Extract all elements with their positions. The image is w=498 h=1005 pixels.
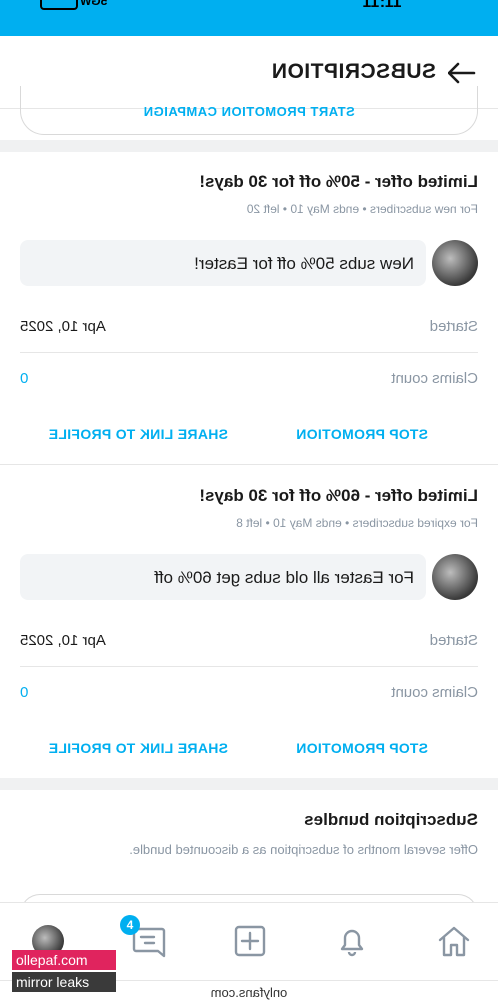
card-separator: [0, 464, 498, 465]
promotion-actions: STOP PROMOTION SHARE LINK TO PROFILE: [20, 728, 478, 768]
promotion-card: Limited offer - 50% off for 30 days! For…: [0, 152, 498, 464]
start-promotion-campaign-button[interactable]: START PROMOTION CAMPAIGN: [20, 86, 478, 135]
bundles-title: Subscription bundles: [304, 810, 478, 829]
claims-row: Claims count 0: [20, 352, 478, 404]
share-link-button[interactable]: SHARE LINK TO PROFILE: [49, 740, 229, 756]
avatar: [432, 554, 478, 600]
offer-title: Limited offer - 60% off for 30 days!: [199, 486, 478, 505]
status-bar: 11:11 5GW: [0, 0, 498, 36]
bundles-subtitle: Offer several months of subscription as …: [129, 842, 478, 857]
claims-label: Claims count: [391, 684, 478, 701]
promotion-message-text: New subs 50% off for Easter!: [194, 254, 414, 273]
bundles-section: Subscription bundles Offer several month…: [0, 790, 498, 915]
promotion-message: New subs 50% off for Easter!: [20, 240, 426, 286]
home-icon[interactable]: [434, 921, 474, 961]
status-time: 11:11: [362, 0, 402, 11]
stop-promotion-button[interactable]: STOP PROMOTION: [296, 740, 428, 756]
avatar: [432, 240, 478, 286]
claims-label: Claims count: [391, 370, 478, 387]
offer-meta: For expired subscribers • ends May 10 • …: [236, 516, 478, 530]
started-value: Apr 10, 2025: [20, 632, 106, 649]
claims-value: 0: [20, 684, 29, 701]
promotion-message: For Easter all old subs get 60% off: [20, 554, 426, 600]
bell-icon[interactable]: [332, 921, 372, 961]
promotion-actions: STOP PROMOTION SHARE LINK TO PROFILE: [20, 414, 478, 454]
messages-icon[interactable]: 4: [120, 915, 168, 961]
started-label: Started: [429, 632, 478, 649]
page-title: SUBSCRIPTION: [271, 60, 436, 83]
watermark-line-1: ollepaf.com: [12, 950, 116, 970]
started-row: Started Apr 10, 2025: [20, 614, 478, 667]
claims-row: Claims count 0: [20, 666, 478, 718]
share-link-button[interactable]: SHARE LINK TO PROFILE: [49, 426, 229, 442]
plus-square-icon[interactable]: [230, 921, 270, 961]
watermark-line-2: mirror leaks: [12, 972, 116, 992]
started-value: Apr 10, 2025: [20, 318, 106, 335]
battery-icon: [40, 0, 78, 10]
stop-promotion-button[interactable]: STOP PROMOTION: [296, 426, 428, 442]
section-divider: [0, 140, 498, 152]
promotion-card: Limited offer - 60% off for 30 days! For…: [0, 466, 498, 778]
start-promotion-campaign-label: START PROMOTION CAMPAIGN: [143, 104, 355, 119]
back-arrow-icon[interactable]: [447, 58, 478, 88]
promotion-message-text: For Easter all old subs get 60% off: [154, 568, 414, 587]
section-divider: [0, 778, 498, 790]
network-label: 5GW: [80, 0, 108, 8]
messages-badge: 4: [120, 915, 140, 935]
claims-value: 0: [20, 370, 29, 387]
offer-title: Limited offer - 50% off for 30 days!: [199, 172, 478, 191]
started-label: Started: [429, 318, 478, 335]
offer-meta: For new subscribers • ends May 10 • left…: [246, 202, 478, 216]
started-row: Started Apr 10, 2025: [20, 300, 478, 353]
